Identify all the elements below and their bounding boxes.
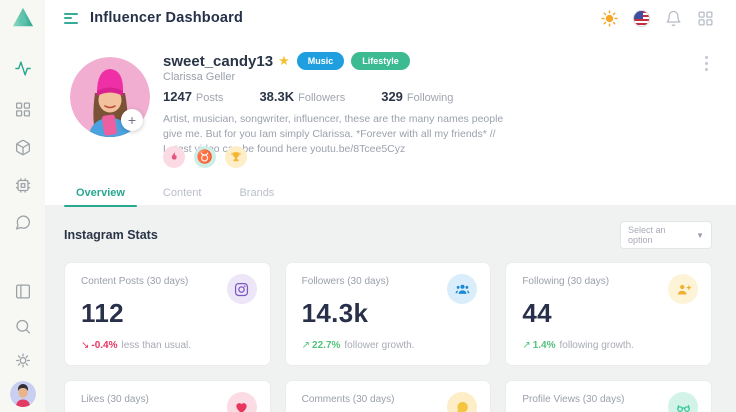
- sidebar-item-packages[interactable]: [14, 139, 31, 156]
- sidebar-item-panels[interactable]: [14, 283, 31, 300]
- sidebar-item-activity[interactable]: [14, 60, 31, 77]
- apps-grid-icon[interactable]: [697, 10, 714, 27]
- category-badge-music[interactable]: Music: [297, 52, 345, 70]
- profile-card: + sweet_candy13 ★ Music Lifestyle Claris…: [45, 36, 736, 205]
- section-title: Instagram Stats: [64, 228, 158, 242]
- profile-tabs: Overview Content Brands: [64, 183, 286, 207]
- settings-gear-icon[interactable]: [14, 352, 31, 369]
- notifications-bell-icon[interactable]: [665, 10, 682, 27]
- taurus-icon: ♉: [194, 146, 216, 168]
- profile-stats: 1247Posts 38.3KFollowers 329Following: [163, 89, 453, 104]
- menu-toggle-icon[interactable]: [64, 13, 78, 24]
- instagram-stats-section: Instagram Stats Select an option ▼ Conte…: [45, 205, 736, 412]
- heart-icon: [227, 392, 257, 412]
- card-profile-views: Profile Views (30 days): [505, 380, 712, 412]
- sidebar-item-messages[interactable]: [14, 214, 31, 231]
- card-comments: Comments (30 days): [285, 380, 492, 412]
- header-actions: [601, 10, 714, 27]
- influencer-dashboard-app: Influencer Dashboard: [0, 0, 736, 412]
- following-value: 44: [522, 298, 695, 329]
- card-followers: Followers (30 days) 14.3k ↗22.7%follower…: [285, 262, 492, 366]
- category-badge-lifestyle[interactable]: Lifestyle: [351, 52, 410, 70]
- flame-icon: [163, 146, 185, 168]
- card-following: Following (30 days) 44 ↗1.4%following gr…: [505, 262, 712, 366]
- profile-fullname: Clarissa Geller: [163, 71, 235, 83]
- sidebar-item-integrations[interactable]: [14, 177, 31, 194]
- sidebar: [0, 0, 45, 412]
- dropdown-value: Select an option: [628, 225, 690, 245]
- tab-content[interactable]: Content: [151, 183, 214, 207]
- card-content-posts: Content Posts (30 days) 112 ↘-0.4%less t…: [64, 262, 271, 366]
- page-title: Influencer Dashboard: [90, 10, 243, 26]
- profile-options-menu[interactable]: [703, 54, 710, 73]
- app-logo-icon: [12, 7, 34, 27]
- posts-count: 1247Posts: [163, 89, 223, 104]
- trophy-icon: [225, 146, 247, 168]
- language-flag-icon[interactable]: [633, 10, 650, 27]
- instagram-icon: [227, 274, 257, 304]
- profile-username: sweet_candy13: [163, 53, 273, 70]
- following-count: 329Following: [381, 89, 453, 104]
- theme-sun-icon[interactable]: [601, 10, 618, 27]
- user-avatar[interactable]: [10, 381, 36, 407]
- tab-brands[interactable]: Brands: [227, 183, 286, 207]
- content-posts-value: 112: [81, 298, 254, 329]
- card-likes: Likes (30 days): [64, 380, 271, 412]
- tab-overview[interactable]: Overview: [64, 183, 137, 207]
- following-trend: ↗1.4%following growth.: [522, 340, 695, 351]
- person-add-icon: [668, 274, 698, 304]
- interest-badges: ♉: [163, 146, 247, 168]
- sidebar-item-dashboard[interactable]: [14, 101, 31, 118]
- followers-value: 14.3k: [302, 298, 475, 329]
- top-bar: Influencer Dashboard: [45, 0, 736, 36]
- stats-select-dropdown[interactable]: Select an option ▼: [620, 221, 712, 249]
- star-icon: ★: [278, 53, 290, 69]
- followers-trend: ↗22.7%follower growth.: [302, 340, 475, 351]
- stat-cards-grid: Content Posts (30 days) 112 ↘-0.4%less t…: [64, 262, 712, 412]
- content-posts-trend: ↘-0.4%less than usual.: [81, 340, 254, 351]
- avatar-add-button[interactable]: +: [121, 109, 143, 131]
- chevron-down-icon: ▼: [696, 231, 704, 240]
- followers-count: 38.3KFollowers: [259, 89, 345, 104]
- search-icon[interactable]: [14, 318, 31, 335]
